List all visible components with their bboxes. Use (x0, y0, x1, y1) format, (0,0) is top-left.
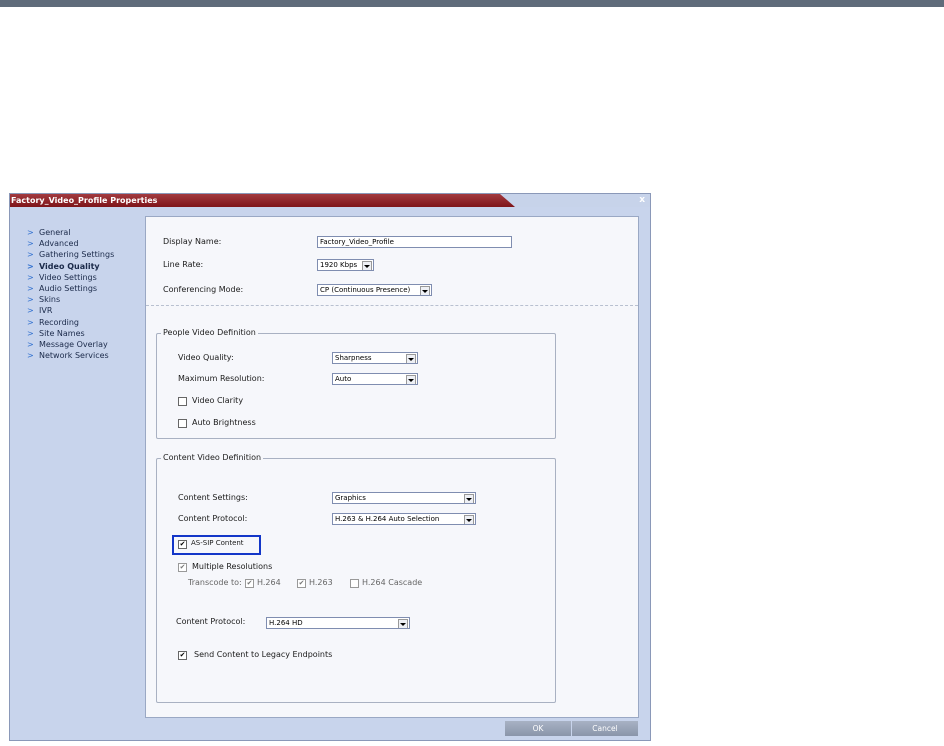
content-protocol2-select[interactable]: H.264 HD (266, 617, 410, 629)
sidebar-item-message-overlay[interactable]: > Message Overlay (27, 339, 114, 350)
transcode-h264-checkbox[interactable]: ✔ (245, 579, 254, 588)
chevron-right-icon: > (27, 228, 34, 237)
transcode-cascade-label: H.264 Cascade (362, 578, 423, 587)
max-resolution-label: Maximum Resolution: (178, 374, 265, 383)
chevron-right-icon: > (27, 239, 34, 249)
chevron-down-icon (398, 619, 408, 628)
sidebar-item-label: Message Overlay (39, 339, 108, 349)
line-rate-value: 1920 Kbps (320, 261, 358, 269)
chevron-down-icon (362, 261, 372, 270)
sidebar-item-ivr[interactable]: > IVR (27, 305, 114, 316)
chevron-right-icon: > (27, 272, 34, 282)
as-sip-checkbox[interactable]: ✔ (178, 540, 187, 549)
video-quality-panel: Display Name: Factory_Video_Profile Line… (145, 216, 639, 718)
sidebar-item-recording[interactable]: > Recording (27, 317, 114, 328)
chevron-down-icon (464, 494, 474, 503)
transcode-cascade-checkbox[interactable] (350, 579, 359, 588)
sidebar-item-label: General (39, 228, 71, 237)
chevron-right-icon: > (27, 351, 34, 361)
content-settings-value: Graphics (335, 494, 366, 502)
people-video-legend: People Video Definition (161, 328, 258, 337)
multiple-resolutions-label: Multiple Resolutions (192, 562, 273, 571)
sidebar-nav: > General > Advanced > Gathering Settings >… (27, 227, 114, 361)
sidebar-item-label: Gathering Settings (39, 250, 115, 260)
sidebar-item-label: IVR (39, 306, 53, 316)
transcode-h263-checkbox[interactable]: ✔ (297, 579, 306, 588)
chevron-right-icon: > (27, 306, 34, 316)
video-clarity-label: Video Clarity (192, 396, 244, 405)
ok-button[interactable]: OK (505, 721, 571, 736)
content-video-group: Content Video Definition Content Setting… (156, 453, 556, 703)
content-protocol2-label: Content Protocol: (176, 617, 246, 626)
sidebar-item-general[interactable]: > General (27, 227, 114, 238)
send-legacy-label: Send Content to Legacy Endpoints (194, 650, 333, 659)
properties-dialog: Factory_Video_Profile Properties x > Gene… (9, 193, 651, 741)
sidebar-item-audio-settings[interactable]: > Audio Settings (27, 283, 114, 294)
cancel-button[interactable]: Cancel (572, 721, 638, 736)
video-quality-value: Sharpness (335, 354, 372, 362)
sidebar-item-label: Audio Settings (39, 283, 98, 293)
display-name-field[interactable]: Factory_Video_Profile (317, 236, 512, 248)
chevron-down-icon (406, 354, 416, 363)
sidebar-item-label: Video Settings (39, 272, 97, 282)
content-settings-label: Content Settings: (178, 493, 248, 502)
chevron-down-icon (406, 375, 416, 384)
conferencing-mode-value: CP (Continuous Presence) (320, 286, 411, 294)
as-sip-label: AS-SIP Content (191, 539, 244, 547)
chevron-right-icon: > (27, 317, 34, 327)
dialog-titlebar: Factory_Video_Profile Properties x (10, 194, 650, 207)
video-quality-label: Video Quality: (178, 353, 234, 362)
auto-brightness-label: Auto Brightness (192, 418, 256, 427)
sidebar-item-label: Advanced (39, 239, 79, 249)
chevron-down-icon (464, 515, 474, 524)
chevron-right-icon: > (27, 250, 34, 260)
sidebar-item-skins[interactable]: > Skins (27, 294, 114, 305)
max-resolution-value: Auto (335, 375, 352, 383)
content-protocol-label: Content Protocol: (178, 514, 248, 523)
sidebar-item-label: Video Quality (39, 261, 100, 271)
sidebar-item-gathering-settings[interactable]: > Gathering Settings (27, 249, 114, 260)
content-protocol2-value: H.264 HD (269, 619, 303, 627)
dialog-title: Factory_Video_Profile Properties (11, 196, 158, 205)
video-clarity-checkbox[interactable] (178, 397, 187, 406)
sidebar-item-advanced[interactable]: > Advanced (27, 238, 114, 249)
sidebar-item-network-services[interactable]: > Network Services (27, 350, 114, 361)
close-icon[interactable]: x (639, 194, 645, 207)
sidebar-item-label: Site Names (39, 328, 85, 338)
line-rate-select[interactable]: 1920 Kbps (317, 259, 374, 271)
transcode-h263-label: H.263 (309, 578, 333, 587)
max-resolution-select[interactable]: Auto (332, 373, 418, 385)
section-divider (146, 305, 638, 306)
content-settings-select[interactable]: Graphics (332, 492, 476, 504)
chevron-right-icon: > (27, 339, 34, 349)
content-protocol-select[interactable]: H.263 & H.264 Auto Selection (332, 513, 476, 525)
sidebar-item-video-quality[interactable]: > Video Quality (27, 261, 114, 272)
transcode-h264-label: H.264 (257, 578, 281, 587)
multiple-resolutions-checkbox[interactable]: ✔ (178, 563, 187, 572)
sidebar-item-site-names[interactable]: > Site Names (27, 328, 114, 339)
chevron-right-icon: > (27, 295, 34, 305)
auto-brightness-checkbox[interactable] (178, 419, 187, 428)
line-rate-label: Line Rate: (163, 260, 204, 269)
sidebar-item-label: Recording (39, 317, 80, 327)
sidebar-item-label: Network Services (39, 351, 109, 361)
send-legacy-checkbox[interactable]: ✔ (178, 651, 187, 660)
people-video-group: People Video Definition Video Quality: S… (156, 328, 556, 439)
transcode-label: Transcode to: (188, 578, 242, 587)
display-name-label: Display Name: (163, 237, 222, 246)
chevron-right-icon: > (27, 261, 34, 271)
conferencing-mode-select[interactable]: CP (Continuous Presence) (317, 284, 432, 296)
video-quality-select[interactable]: Sharpness (332, 352, 418, 364)
conferencing-mode-label: Conferencing Mode: (163, 285, 244, 294)
chevron-right-icon: > (27, 283, 34, 293)
content-protocol-value: H.263 & H.264 Auto Selection (335, 515, 440, 523)
sidebar-item-label: Skins (39, 295, 61, 305)
chevron-down-icon (420, 286, 430, 295)
content-video-legend: Content Video Definition (161, 453, 264, 462)
top-bar (0, 0, 944, 7)
sidebar-item-video-settings[interactable]: > Video Settings (27, 272, 114, 283)
chevron-right-icon: > (27, 328, 34, 338)
